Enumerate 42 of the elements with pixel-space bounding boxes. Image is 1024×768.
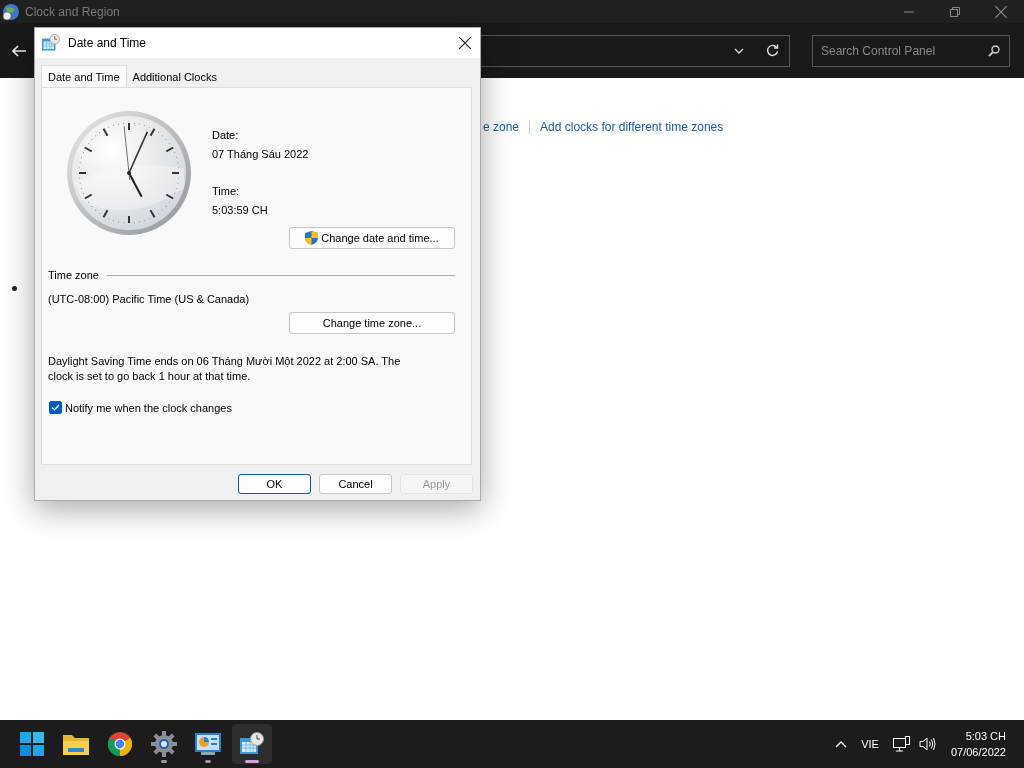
time-value: 5:03:59 CH [212, 203, 269, 218]
restore-icon[interactable] [950, 6, 960, 17]
globe-clock-icon [2, 2, 20, 21]
time-zone-value: (UTC-08:00) Pacific Time (US & Canada) [48, 293, 251, 305]
speaker-icon[interactable] [918, 736, 937, 752]
search-icon[interactable] [988, 44, 1000, 57]
dialog-button[interactable]: OK [238, 474, 311, 494]
taskbar-clock[interactable]: 5:03 CH 07/06/2022 [950, 728, 1006, 760]
checkbox[interactable] [49, 401, 62, 414]
tab[interactable]: Date and Time [41, 65, 127, 87]
chevron-up-icon[interactable] [835, 740, 848, 748]
search-field[interactable]: Search Control Panel [812, 34, 1010, 67]
network-icon[interactable] [892, 736, 911, 752]
datetime-icon[interactable] [240, 732, 264, 756]
change-date-time-button[interactable]: Change date and time... [289, 227, 455, 249]
shield-icon [305, 231, 319, 245]
back-arrow-icon[interactable] [12, 44, 26, 57]
tab[interactable]: Additional Clocks [126, 67, 223, 87]
folder-icon[interactable] [63, 733, 89, 755]
dialog-button[interactable]: Cancel [319, 474, 392, 494]
gear-icon[interactable] [151, 731, 177, 757]
taskbar-button[interactable] [232, 724, 272, 764]
browser-icon[interactable] [108, 732, 132, 756]
window-title: Clock and Region [25, 4, 120, 19]
dropdown-caret-icon[interactable] [734, 47, 744, 54]
refresh-icon[interactable] [766, 44, 779, 57]
close-icon[interactable] [459, 37, 471, 49]
datetime-icon [42, 34, 60, 52]
language-indicator[interactable]: VIE [861, 738, 879, 750]
date-value: 07 Tháng Sáu 2022 [212, 147, 310, 162]
control-panel-icon[interactable] [195, 733, 221, 755]
bullet-icon [12, 286, 17, 291]
checkbox-label[interactable]: Notify me when the clock changes [65, 401, 232, 414]
link[interactable]: Add clocks for different time zones [540, 120, 724, 134]
dialog-title: Date and Time [68, 36, 147, 50]
start-icon[interactable] [20, 732, 44, 756]
time-label: Time: [212, 184, 241, 199]
date-label: Date: [212, 128, 240, 143]
link[interactable]: e zone [483, 120, 520, 134]
section-heading: Time zone [48, 269, 99, 281]
change-time-zone-button[interactable]: Change time zone... [289, 312, 455, 334]
dst-note: Daylight Saving Time ends on 06 Tháng Mười Một 2022 at 2:00 SA. The clock is set to go back 1 hour at that time. [48, 354, 402, 384]
